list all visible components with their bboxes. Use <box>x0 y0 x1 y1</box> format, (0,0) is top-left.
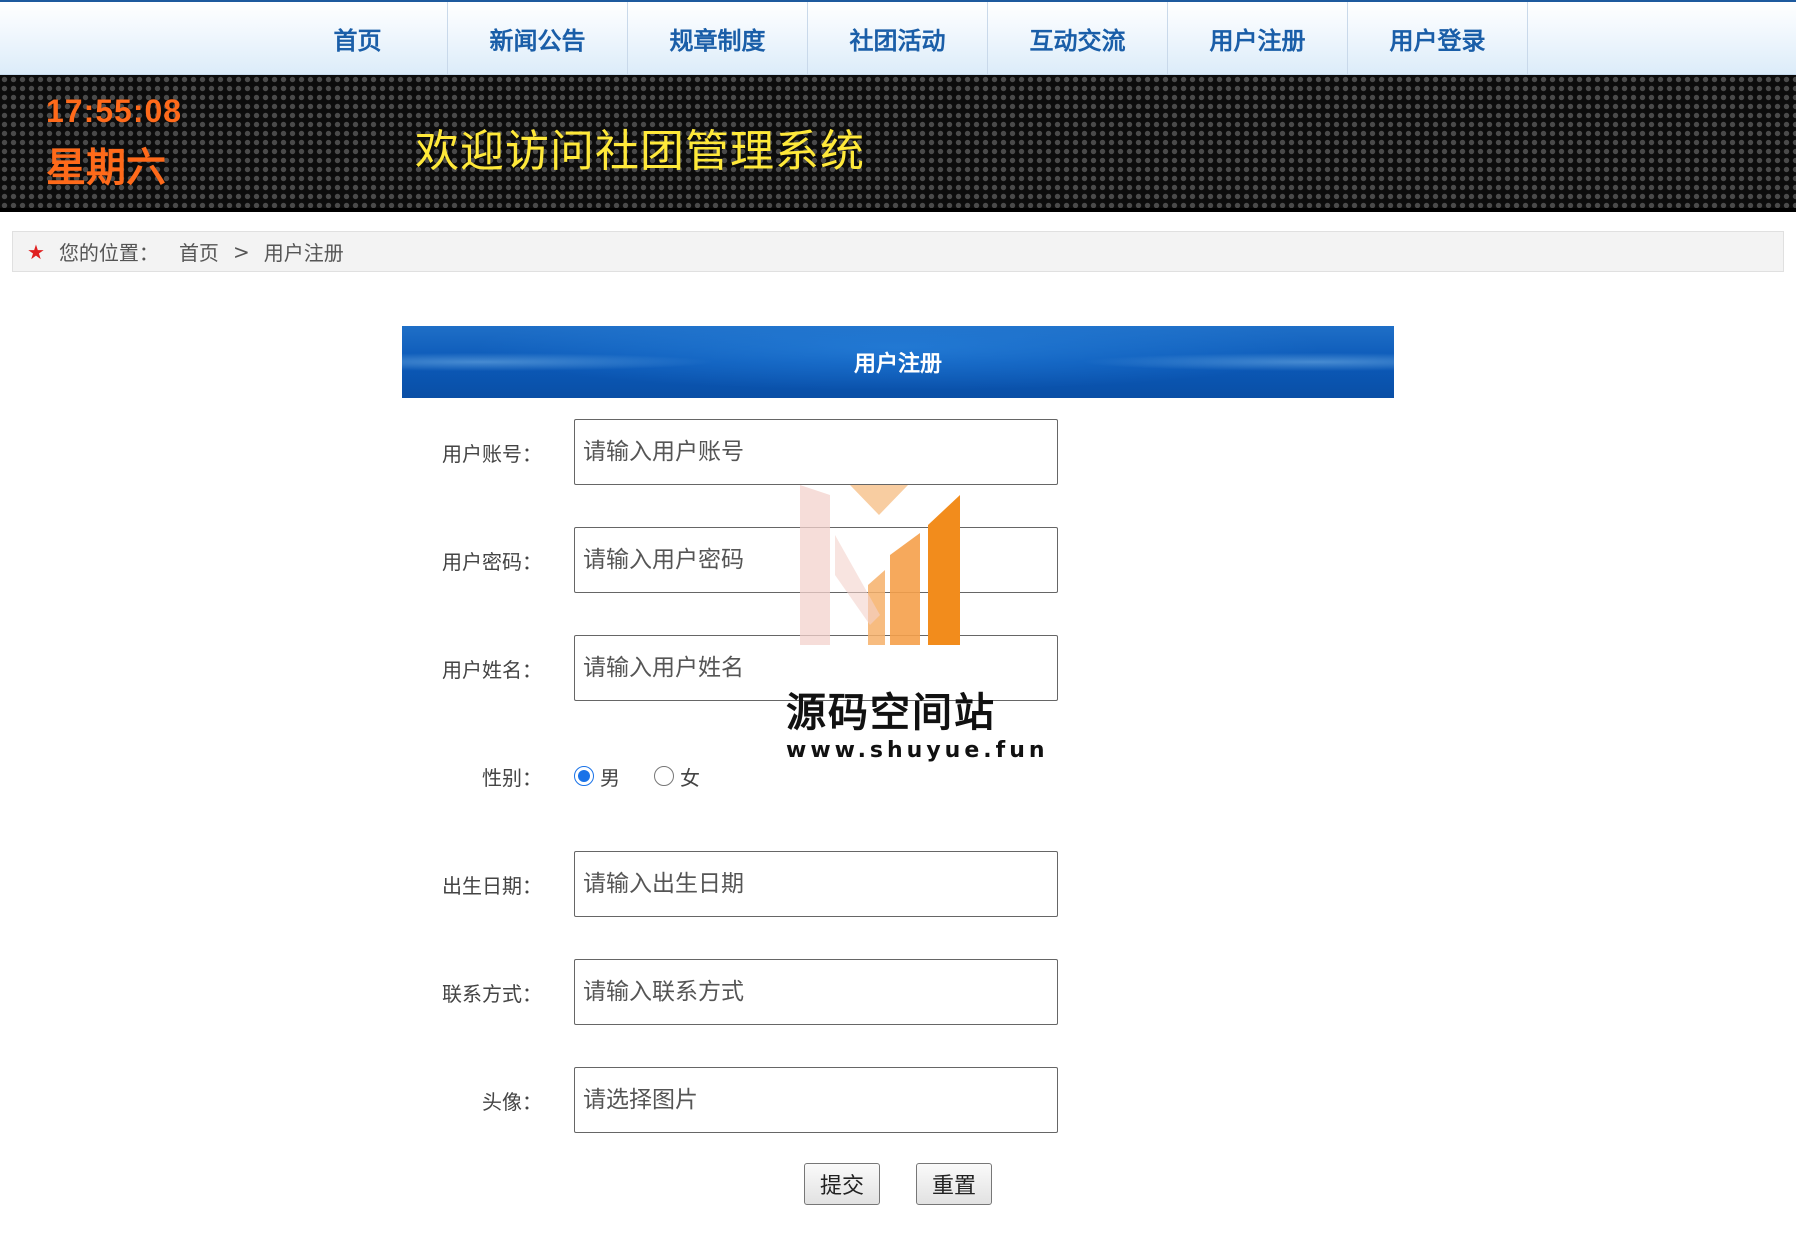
birthday-row: 出生日期： <box>402 851 1102 917</box>
nav-item-news[interactable]: 新闻公告 <box>448 2 628 75</box>
password-row: 用户密码： <box>402 527 1102 593</box>
contact-row: 联系方式： <box>402 959 1102 1025</box>
birthday-input[interactable] <box>574 851 1058 917</box>
clock-weekday: 星期六 <box>46 145 166 191</box>
top-nav: 首页 新闻公告 规章制度 社团活动 互动交流 用户注册 用户登录 <box>0 0 1796 75</box>
contact-input[interactable] <box>574 959 1058 1025</box>
contact-label: 联系方式： <box>442 981 542 1006</box>
nav-item-rules[interactable]: 规章制度 <box>628 2 808 75</box>
breadcrumb-home-link[interactable]: 首页 <box>179 237 219 266</box>
reset-button[interactable]: 重置 <box>916 1163 992 1205</box>
radio-female[interactable] <box>654 766 674 786</box>
breadcrumb-current: 用户注册 <box>263 241 344 265</box>
breadcrumb-prefix: 您的位置： <box>58 241 159 265</box>
password-label: 用户密码： <box>442 549 542 574</box>
watermark-text: 源码空间站 <box>786 690 996 736</box>
gender-group: 男 女 <box>574 743 734 809</box>
account-row: 用户账号： <box>402 419 1102 485</box>
nav-item-home[interactable]: 首页 <box>268 2 448 75</box>
name-row: 用户姓名： <box>402 635 1102 701</box>
form-header: 用户注册 <box>402 326 1394 398</box>
gender-male-label: 男 <box>600 765 620 790</box>
nav-item-activities[interactable]: 社团活动 <box>808 2 988 75</box>
name-label: 用户姓名： <box>442 657 542 682</box>
site-banner: 17:55:08 星期六 欢迎访问社团管理系统 <box>0 75 1796 212</box>
radio-male[interactable] <box>574 766 594 786</box>
gender-female-label: 女 <box>680 765 700 790</box>
avatar-row: 头像： <box>402 1067 1102 1133</box>
breadcrumb-separator: > <box>232 239 250 264</box>
watermark-url: www.shuyue.fun <box>786 738 1049 763</box>
submit-button[interactable]: 提交 <box>804 1163 880 1205</box>
password-input[interactable] <box>574 527 1058 593</box>
gender-option-female[interactable]: 女 <box>654 762 700 791</box>
birthday-label: 出生日期： <box>442 873 542 898</box>
account-input[interactable] <box>574 419 1058 485</box>
account-label: 用户账号： <box>442 441 542 466</box>
gender-label: 性别： <box>482 765 542 790</box>
avatar-input[interactable] <box>574 1067 1058 1133</box>
form-title: 用户注册 <box>853 352 942 377</box>
avatar-label: 头像： <box>482 1089 542 1114</box>
star-icon: ★ <box>27 239 45 264</box>
clock-time: 17:55:08 <box>46 93 183 129</box>
breadcrumb: ★ 您的位置： 首页 > 用户注册 <box>12 231 1784 272</box>
nav-menu: 首页 新闻公告 规章制度 社团活动 互动交流 用户注册 用户登录 <box>268 2 1528 75</box>
site-title: 欢迎访问社团管理系统 <box>415 126 865 177</box>
nav-item-register[interactable]: 用户注册 <box>1168 2 1348 75</box>
nav-item-login[interactable]: 用户登录 <box>1348 2 1528 75</box>
nav-item-interaction[interactable]: 互动交流 <box>988 2 1168 75</box>
gender-option-male[interactable]: 男 <box>574 762 620 791</box>
